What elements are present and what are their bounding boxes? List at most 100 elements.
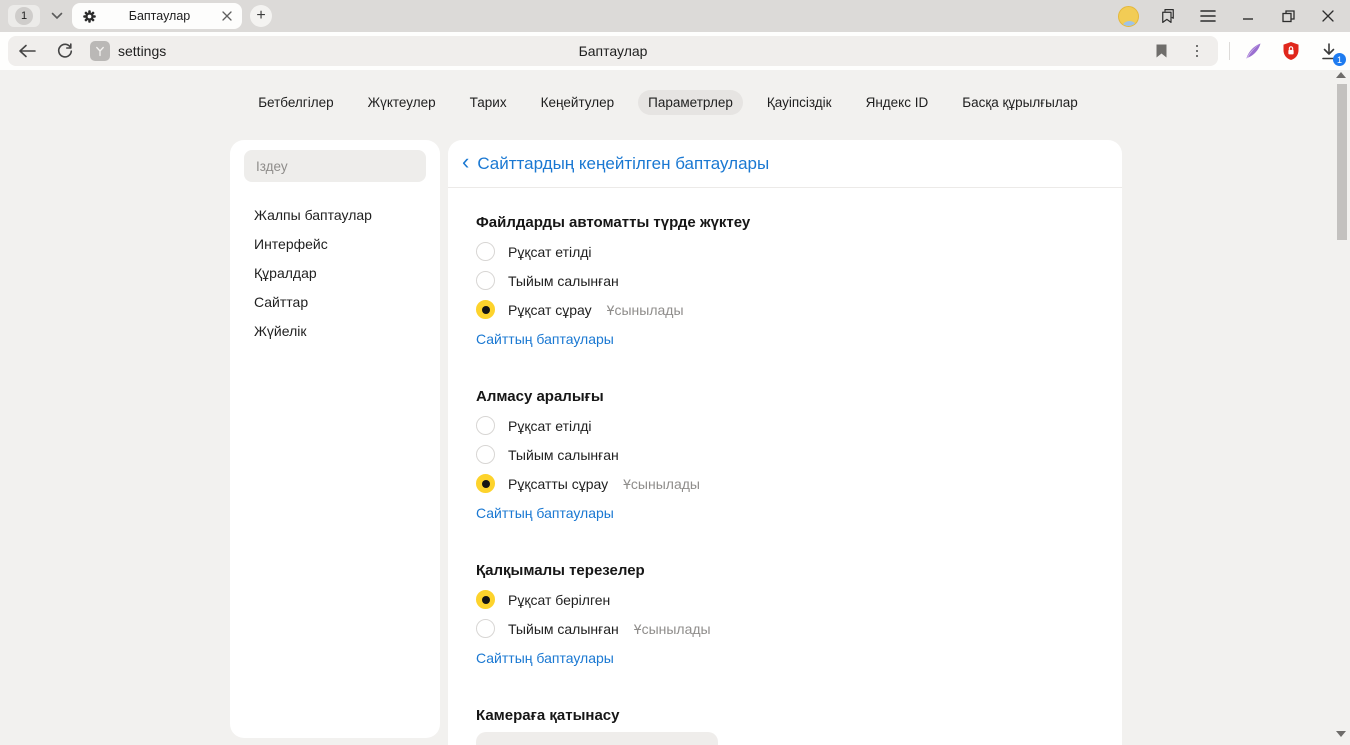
restore-icon xyxy=(1282,10,1295,23)
radio-button[interactable] xyxy=(476,474,495,493)
scrollbar-up-arrow[interactable] xyxy=(1336,72,1346,78)
feather-extension-button[interactable] xyxy=(1238,36,1268,66)
url-text[interactable]: settings xyxy=(118,43,166,59)
browser-tab-settings[interactable]: Баптаулар xyxy=(72,3,242,29)
settings-section: Алмасу аралығы Рұқсат етілді Тыйым салынға… xyxy=(476,382,1094,527)
reload-button[interactable] xyxy=(46,36,84,66)
sidebar-item[interactable]: Интерфейс xyxy=(230,229,440,258)
site-settings-link-row: Сайттың баптаулары xyxy=(476,643,1094,672)
collections-button[interactable] xyxy=(1150,0,1186,32)
tab-counter-button[interactable]: 1 xyxy=(8,5,40,27)
new-tab-button[interactable]: + xyxy=(250,5,272,27)
tab-list-chevron-button[interactable] xyxy=(44,5,70,27)
settings-sections: Файлдарды автоматты түрде жүктеу Рұқсат е… xyxy=(448,188,1122,745)
recommended-badge: Ұсынылады xyxy=(634,621,711,637)
window-close-button[interactable] xyxy=(1310,0,1346,32)
section-title: Файлдарды автоматты түрде жүктеу xyxy=(476,208,1094,237)
top-nav-item[interactable]: Бетбелгілер xyxy=(248,90,343,115)
radio-option-row[interactable]: Тыйым салынған Ұсынылады xyxy=(476,614,1094,643)
sidebar-items: Жалпы баптауларИнтерфейсҚұралдарСайттарЖ… xyxy=(230,200,440,345)
scrollbar-down-arrow[interactable] xyxy=(1336,731,1346,737)
sidebar-item[interactable]: Құралдар xyxy=(230,258,440,287)
bookmark-flag-icon xyxy=(1155,43,1168,59)
collections-icon xyxy=(1159,7,1177,25)
back-button[interactable] xyxy=(8,36,46,66)
radio-option-row[interactable]: Тыйым салынған xyxy=(476,266,1094,295)
back-chevron-icon[interactable]: ‹ xyxy=(462,151,469,176)
radio-option-row[interactable]: Рұқсат сұрауҰсынылады xyxy=(476,295,1094,324)
browser-toolbar: settings Баптаулар xyxy=(0,32,1350,70)
site-settings-link[interactable]: Сайттың баптаулары xyxy=(476,650,614,666)
tab-count: 1 xyxy=(15,7,33,25)
avatar xyxy=(1118,6,1139,27)
minimize-icon xyxy=(1242,10,1254,22)
profile-avatar[interactable] xyxy=(1110,0,1146,32)
top-nav-item[interactable]: Кеңейтулер xyxy=(531,90,625,115)
tab-strip: 1 Баптаулар + xyxy=(0,0,1350,32)
back-arrow-icon xyxy=(18,44,36,58)
radio-option-row[interactable]: Рұқсатты сұрау Ұсынылады xyxy=(476,469,1094,498)
radio-button[interactable] xyxy=(476,619,495,638)
radio-label: Рұқсат етілді xyxy=(508,418,592,434)
recommended-badge: Ұсынылады xyxy=(623,476,700,492)
sidebar-item[interactable]: Жалпы баптаулар xyxy=(230,200,440,229)
window-minimize-button[interactable] xyxy=(1230,0,1266,32)
section-title: Алмасу аралығы xyxy=(476,382,1094,411)
window-restore-button[interactable] xyxy=(1270,0,1306,32)
radio-option-row[interactable]: Рұқсат етілді xyxy=(476,237,1094,266)
site-settings-link[interactable]: Сайттың баптаулары xyxy=(476,331,614,347)
site-settings-link-row: Сайттың баптаулары xyxy=(476,498,1094,527)
radio-label: Тыйым салынған xyxy=(508,621,619,637)
close-icon xyxy=(1322,10,1334,22)
omnibox-more-button[interactable] xyxy=(1182,36,1212,66)
radio-option-row[interactable]: Рұқсат етілді xyxy=(476,411,1094,440)
omnibox[interactable]: settings Баптаулар xyxy=(8,36,1218,66)
radio-button[interactable] xyxy=(476,300,495,319)
top-nav-item[interactable]: Жүктеулер xyxy=(358,90,446,115)
page-scrollbar[interactable] xyxy=(1334,70,1348,745)
radio-label: Рұқсат берілген xyxy=(508,592,610,608)
settings-main-panel: ‹ Сайттардың кеңейтілген баптаулары Файл… xyxy=(448,140,1122,745)
sidebar-item[interactable]: Жүйелік xyxy=(230,316,440,345)
settings-section: Файлдарды автоматты түрде жүктеу Рұқсат е… xyxy=(476,208,1094,353)
radio-option-row[interactable]: Тыйым салынған xyxy=(476,440,1094,469)
radio-label: Тыйым салынған xyxy=(508,447,619,463)
radio-option-row[interactable]: Рұқсат берілген xyxy=(476,585,1094,614)
site-settings-link-row: Сайттың баптаулары xyxy=(476,324,1094,353)
radio-label: Рұқсатты сұрау xyxy=(508,476,608,492)
radio-button[interactable] xyxy=(476,445,495,464)
top-nav-item[interactable]: Параметрлер xyxy=(638,90,743,115)
reload-icon xyxy=(57,43,73,59)
tab-title: Баптаулар xyxy=(97,9,222,23)
tab-close-icon[interactable] xyxy=(222,11,232,21)
three-dots-icon xyxy=(1196,45,1199,58)
section-title: Камераға қатынасу xyxy=(476,701,1094,730)
main-header[interactable]: ‹ Сайттардың кеңейтілген баптаулары xyxy=(448,140,1122,188)
bookmark-button[interactable] xyxy=(1146,36,1176,66)
top-nav-item[interactable]: Яндекс ID xyxy=(856,90,939,115)
chevron-down-icon xyxy=(51,12,63,20)
hamburger-icon xyxy=(1200,10,1216,22)
radio-button[interactable] xyxy=(476,271,495,290)
radio-button[interactable] xyxy=(476,242,495,261)
menu-button[interactable] xyxy=(1190,0,1226,32)
adblock-shield-button[interactable] xyxy=(1276,36,1306,66)
sidebar-item[interactable]: Сайттар xyxy=(230,287,440,316)
omnibox-page-title: Баптаулар xyxy=(579,43,648,59)
radio-button[interactable] xyxy=(476,590,495,609)
downloads-button[interactable]: 1 xyxy=(1314,36,1344,66)
radio-button[interactable] xyxy=(476,416,495,435)
top-nav-item[interactable]: Қауіпсіздік xyxy=(757,90,842,115)
radio-label: Тыйым салынған xyxy=(508,273,619,289)
scrollbar-thumb[interactable] xyxy=(1337,84,1347,240)
sidebar-search[interactable] xyxy=(244,150,426,182)
gear-icon xyxy=(82,9,97,24)
camera-select[interactable]: ov9734_azurewave_camera Алдыңғы xyxy=(476,732,718,745)
radio-label: Рұқсат етілді xyxy=(508,244,592,260)
site-settings-link[interactable]: Сайттың баптаулары xyxy=(476,505,614,521)
top-nav-item[interactable]: Тарих xyxy=(460,90,517,115)
page-title[interactable]: Сайттардың кеңейтілген баптаулары xyxy=(477,154,769,174)
site-icon[interactable] xyxy=(90,41,110,61)
top-nav-item[interactable]: Басқа құрылғылар xyxy=(952,90,1088,115)
search-input[interactable] xyxy=(256,159,414,174)
